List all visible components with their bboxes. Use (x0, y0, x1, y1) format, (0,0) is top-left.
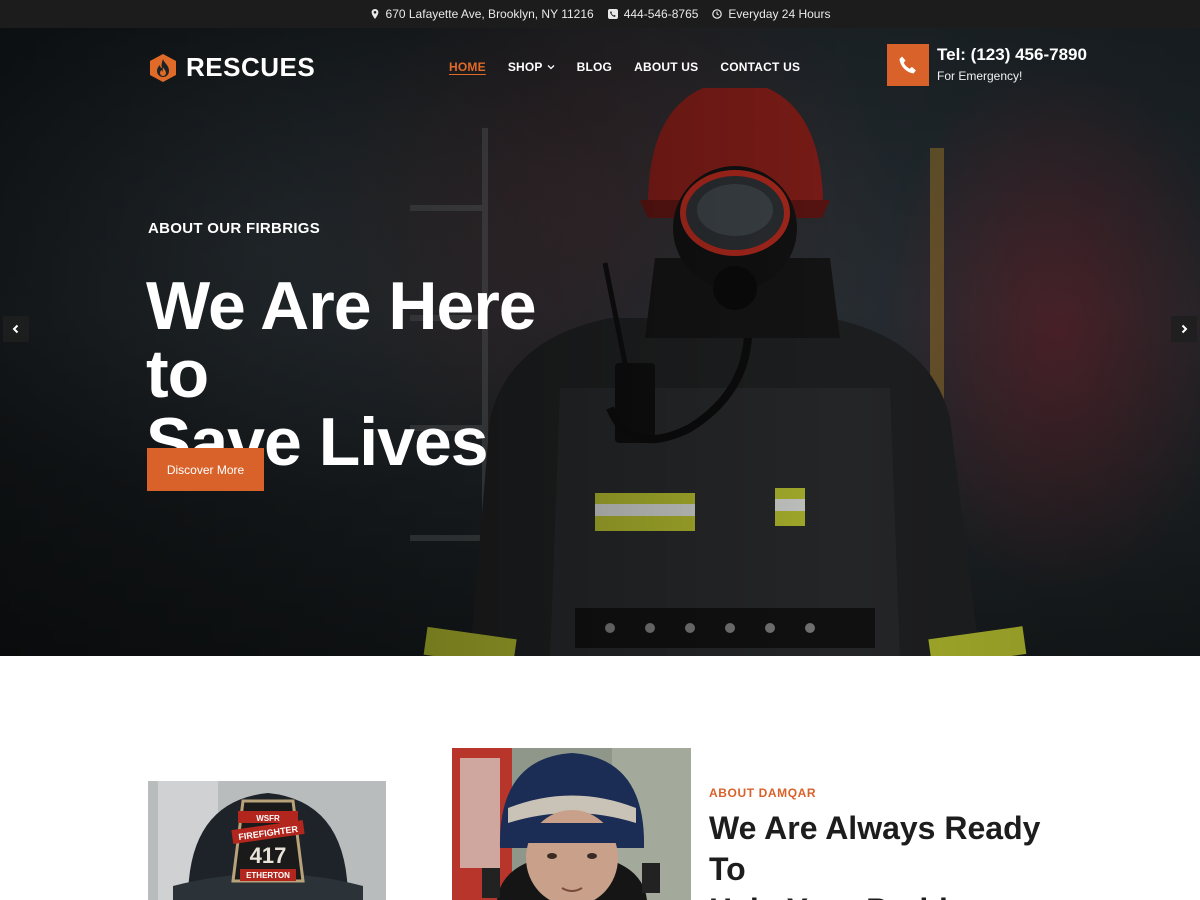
helmet-badge-bottom: ETHERTON (246, 871, 290, 880)
nav-shop-label: SHOP (507, 60, 543, 74)
discover-more-button[interactable]: Discover More (147, 448, 264, 491)
nav-home[interactable]: HOME (449, 60, 486, 74)
about-title: We Are Always Ready To Help Your Problem… (709, 808, 1069, 900)
emergency-label: For Emergency! (937, 69, 1023, 83)
nav-about-us[interactable]: ABOUT US (634, 60, 698, 74)
slider-prev-button[interactable] (3, 316, 29, 342)
about-title-line-2: Help Your Problems (709, 892, 1012, 900)
about-title-line-1: We Are Always Ready To (709, 810, 1041, 887)
phone-item[interactable]: 444-546-8765 (607, 7, 699, 21)
hero-title-line-1: We Are Here to (146, 268, 537, 412)
hero-title: We Are Here to Save Lives (146, 272, 606, 476)
helmet-badge-number: 417 (250, 843, 287, 868)
chevron-down-icon (547, 65, 555, 70)
phone-icon (607, 9, 618, 19)
hero-eyebrow: ABOUT OUR FIRBRIGS (148, 220, 321, 237)
nav-contact-us[interactable]: CONTACT US (720, 60, 800, 74)
phone-icon (899, 56, 916, 74)
clock-icon (712, 9, 723, 19)
helmet-badge-top: WSFR (256, 814, 280, 823)
emergency-contact[interactable]: Tel: (123) 456-7890 For Emergency! (887, 44, 1087, 86)
chevron-right-icon (1181, 324, 1188, 334)
helmet-image: WSFR FIREFIGHTER 417 ETHERTON (148, 781, 386, 900)
map-pin-icon (371, 9, 378, 19)
emergency-tel: Tel: (123) 456-7890 (937, 45, 1087, 64)
nav-blog[interactable]: BLOG (577, 60, 612, 74)
slider-next-button[interactable] (1171, 316, 1197, 342)
phone-button[interactable] (887, 44, 929, 86)
phone-text: 444-546-8765 (623, 7, 699, 21)
nav-shop[interactable]: SHOP (508, 60, 555, 74)
site-logo[interactable]: RESCUES (148, 52, 315, 83)
flame-logo-icon (150, 53, 176, 82)
chevron-left-icon (12, 324, 19, 334)
top-info-bar: 670 Lafayette Ave, Brooklyn, NY 11216 44… (0, 0, 1200, 28)
address-item: 670 Lafayette Ave, Brooklyn, NY 11216 (370, 7, 594, 21)
address-text: 670 Lafayette Ave, Brooklyn, NY 11216 (385, 7, 594, 21)
about-eyebrow: ABOUT DAMQAR (709, 786, 817, 800)
hours-text: Everyday 24 Hours (728, 7, 831, 21)
emergency-text: Tel: (123) 456-7890 For Emergency! (937, 44, 1087, 83)
hours-item: Everyday 24 Hours (712, 7, 830, 21)
main-nav: HOME SHOP BLOG ABOUT US CONTACT US (449, 60, 800, 74)
logo-text: RESCUES (186, 52, 316, 82)
firefighter-portrait-image (452, 748, 691, 900)
